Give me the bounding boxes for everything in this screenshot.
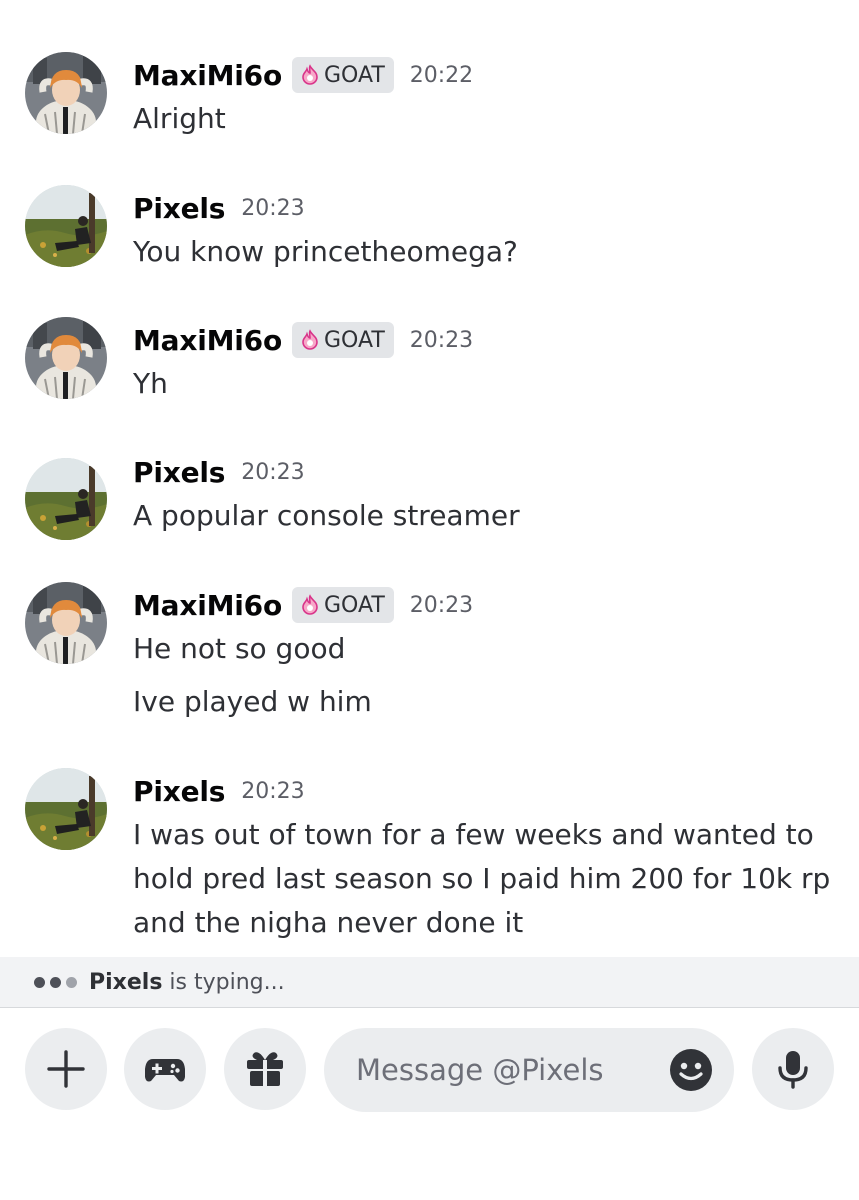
- message-timestamp: 20:22: [409, 62, 474, 88]
- message-content[interactable]: Ive played w him: [133, 680, 372, 724]
- message-input[interactable]: [354, 1052, 658, 1088]
- author-name[interactable]: Pixels: [133, 775, 225, 808]
- author-name[interactable]: MaxiMi6o: [133, 59, 282, 92]
- typing-indicator: Pixels is typing...: [0, 957, 859, 1008]
- message-content[interactable]: hold pred last season so I paid him 200 …: [133, 857, 830, 901]
- gamepad-icon: [145, 1059, 185, 1082]
- message-timestamp: 20:23: [409, 592, 474, 618]
- dm-chat-screen: MaxiMi6o GOAT 20:22 Alright Pixels 20:23…: [0, 0, 859, 1200]
- author-name[interactable]: MaxiMi6o: [133, 589, 282, 622]
- typing-text: Pixels is typing...: [89, 970, 285, 995]
- message-input-container[interactable]: [324, 1028, 734, 1112]
- guild-tag[interactable]: GOAT: [292, 57, 394, 93]
- message-header: Pixels 20:23: [133, 771, 305, 811]
- voice-message-button[interactable]: [752, 1028, 834, 1110]
- guild-tag[interactable]: GOAT: [292, 587, 394, 623]
- avatar-pixels[interactable]: [25, 185, 107, 267]
- message-content[interactable]: I was out of town for a few weeks and wa…: [133, 813, 814, 857]
- attach-button[interactable]: [25, 1028, 107, 1110]
- message-content[interactable]: and the nigha never done it: [133, 901, 523, 945]
- typing-user: Pixels: [89, 969, 163, 995]
- guild-tag[interactable]: GOAT: [292, 322, 394, 358]
- message-timestamp: 20:23: [241, 778, 305, 804]
- avatar-pixels[interactable]: [25, 458, 107, 540]
- avatar-maximi6o[interactable]: [25, 52, 107, 134]
- guild-tag-label: GOAT: [324, 62, 385, 88]
- avatar-pixels[interactable]: [25, 768, 107, 850]
- emoji-icon[interactable]: [668, 1047, 714, 1093]
- message-content[interactable]: Alright: [133, 97, 226, 141]
- message-header: MaxiMi6o GOAT 20:23: [133, 320, 473, 360]
- message-timestamp: 20:23: [241, 459, 305, 485]
- avatar-maximi6o[interactable]: [25, 582, 107, 664]
- message-header: MaxiMi6o GOAT 20:23: [133, 585, 473, 625]
- gift-button[interactable]: [224, 1028, 306, 1110]
- pink-flame-icon: [302, 64, 318, 85]
- message-content[interactable]: A popular console streamer: [133, 494, 520, 538]
- message-content[interactable]: Yh: [133, 362, 168, 406]
- microphone-icon: [778, 1051, 808, 1089]
- guild-tag-label: GOAT: [324, 327, 385, 353]
- author-name[interactable]: Pixels: [133, 456, 225, 489]
- typing-dots-icon: [34, 976, 77, 988]
- message-timestamp: 20:23: [241, 195, 305, 221]
- pink-flame-icon: [302, 329, 318, 350]
- activities-button[interactable]: [124, 1028, 206, 1110]
- gift-icon: [247, 1052, 283, 1086]
- guild-tag-label: GOAT: [324, 592, 385, 618]
- author-name[interactable]: Pixels: [133, 192, 225, 225]
- author-name[interactable]: MaxiMi6o: [133, 324, 282, 357]
- message-content[interactable]: You know princetheomega?: [133, 230, 518, 274]
- typing-suffix: is typing...: [162, 969, 285, 995]
- plus-icon: [47, 1050, 85, 1088]
- message-content[interactable]: He not so good: [133, 627, 345, 671]
- message-composer: [0, 1008, 859, 1200]
- avatar-maximi6o[interactable]: [25, 317, 107, 399]
- message-header: Pixels 20:23: [133, 452, 305, 492]
- message-header: Pixels 20:23: [133, 188, 305, 228]
- message-header: MaxiMi6o GOAT 20:22: [133, 55, 473, 95]
- pink-flame-icon: [302, 594, 318, 615]
- message-timestamp: 20:23: [409, 327, 474, 353]
